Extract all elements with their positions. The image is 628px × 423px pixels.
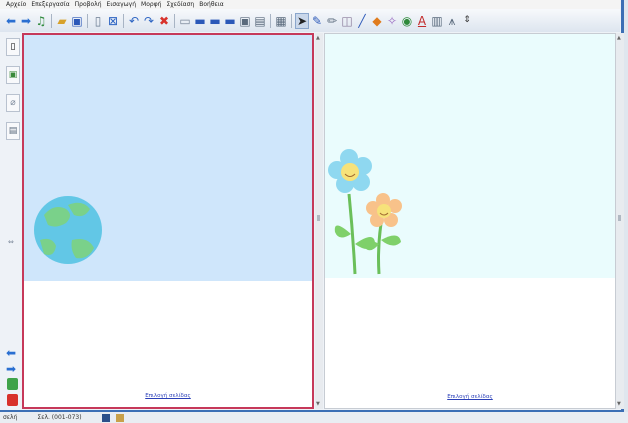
- pen-icon[interactable]: ✎: [310, 13, 324, 29]
- scroll-down-icon[interactable]: ▼: [617, 401, 621, 407]
- left-page-edit-link[interactable]: Επιλογή σελίδας: [24, 393, 312, 399]
- menu-view[interactable]: Προβολή: [75, 1, 102, 8]
- eraser-icon[interactable]: ◫: [340, 13, 354, 29]
- app-window: Αρχείο Επεξεργασία Προβολή Εισαγωγή Μορφ…: [0, 0, 624, 412]
- taskbar-app-2-icon[interactable]: [115, 413, 124, 422]
- fill-icon[interactable]: ◉: [400, 13, 414, 29]
- side-toolbar: ▯ ▣ ⌀ ▤ ⇔ ⬅ ➡: [0, 32, 21, 410]
- compass-icon[interactable]: ⩚: [445, 13, 459, 29]
- text-icon[interactable]: ▤: [253, 13, 267, 29]
- toolbar-separator: [174, 13, 175, 28]
- capture-icon[interactable]: ▣: [238, 13, 252, 29]
- right-page-canvas: [325, 34, 615, 278]
- left-page[interactable]: Επιλογή σελίδας: [22, 33, 314, 409]
- next-page-icon[interactable]: ➡: [6, 362, 16, 376]
- dictionary-icon[interactable]: ▥: [430, 13, 444, 29]
- highlighter-icon[interactable]: ✏: [325, 13, 339, 29]
- table-icon[interactable]: ▦: [274, 13, 288, 29]
- scroll-thumb[interactable]: [618, 215, 621, 221]
- attachments-icon[interactable]: ⌀: [6, 94, 20, 112]
- left-page-canvas: [24, 35, 312, 281]
- scroll-down-icon[interactable]: ▼: [316, 401, 320, 407]
- resize-handle-icon[interactable]: ⇔: [8, 238, 14, 246]
- taskbar-app-icon[interactable]: [101, 413, 110, 422]
- menu-edit[interactable]: Επεξεργασία: [31, 1, 69, 8]
- redo-icon[interactable]: ↷: [142, 13, 156, 29]
- toolbar-separator: [87, 13, 88, 28]
- left-scrollbar[interactable]: ▲ ▼: [315, 33, 323, 409]
- page-sorter-icon[interactable]: ▯: [6, 38, 20, 56]
- status-text: σελή: [3, 414, 18, 421]
- page-range-text: Σελ. (001-073): [37, 414, 82, 421]
- scroll-thumb[interactable]: [317, 215, 320, 221]
- menu-insert[interactable]: Εισαγωγή: [107, 1, 137, 8]
- select-pointer-icon[interactable]: ➤: [295, 12, 309, 29]
- menu-draw[interactable]: Σχεδίαση: [166, 1, 194, 8]
- menu-format[interactable]: Μορφή: [141, 1, 161, 8]
- right-page-edit-link[interactable]: Επιλογή σελίδας: [325, 394, 615, 400]
- export-icon[interactable]: ⊠: [106, 13, 120, 29]
- gallery-icon[interactable]: ▣: [6, 66, 20, 84]
- previous-page-icon[interactable]: ⬅: [6, 346, 16, 360]
- magic-pen-icon[interactable]: ✧: [385, 13, 399, 29]
- toolbar-separator: [291, 13, 292, 28]
- open-folder-icon[interactable]: ▰: [55, 13, 69, 29]
- arrow-right-icon[interactable]: ➡: [19, 13, 33, 29]
- arrow-left-icon[interactable]: ⬅: [4, 13, 18, 29]
- menu-bar: Αρχείο Επεξεργασία Προβολή Εισαγωγή Μορφ…: [0, 0, 620, 9]
- scroll-up-icon[interactable]: ▲: [617, 35, 621, 41]
- right-scrollbar[interactable]: ▲ ▼: [616, 33, 624, 409]
- more-icon[interactable]: ⇕: [460, 13, 474, 29]
- shape-icon[interactable]: ◆: [370, 13, 384, 29]
- toolbar-separator: [123, 13, 124, 28]
- sound-icon[interactable]: ♫: [34, 13, 48, 29]
- toolbar-separator: [51, 13, 52, 28]
- display-icon[interactable]: ▬: [193, 13, 207, 29]
- new-page-icon[interactable]: ▯: [91, 13, 105, 29]
- taskbar: σελή Σελ. (001-073): [0, 412, 628, 423]
- right-page[interactable]: Επιλογή σελίδας: [324, 33, 616, 409]
- delete-page-icon[interactable]: [7, 394, 18, 406]
- save-icon[interactable]: ▣: [70, 13, 84, 29]
- line-icon[interactable]: ╱: [355, 13, 369, 29]
- undo-icon[interactable]: ↶: [127, 13, 141, 29]
- monitor-icon[interactable]: ▬: [208, 13, 222, 29]
- delete-icon[interactable]: ✖: [157, 13, 171, 29]
- scroll-up-icon[interactable]: ▲: [316, 35, 320, 41]
- add-page-icon[interactable]: [7, 378, 18, 390]
- toolbar-separator: [270, 13, 271, 28]
- screen-shade-icon[interactable]: ▭: [178, 13, 192, 29]
- text-A-icon[interactable]: A: [415, 13, 429, 29]
- properties-icon[interactable]: ▤: [6, 122, 20, 140]
- toolbar: ⬅ ➡ ♫ ▰ ▣ ▯ ⊠ ↶ ↷ ✖ ▭ ▬ ▬ ▬ ▣ ▤ ▦ ➤ ✎ ✏ …: [0, 9, 620, 32]
- menu-help[interactable]: Βοήθεια: [199, 1, 224, 8]
- earth-globe[interactable]: [34, 196, 102, 264]
- menu-file[interactable]: Αρχείο: [6, 1, 26, 8]
- monitor-2-icon[interactable]: ▬: [223, 13, 237, 29]
